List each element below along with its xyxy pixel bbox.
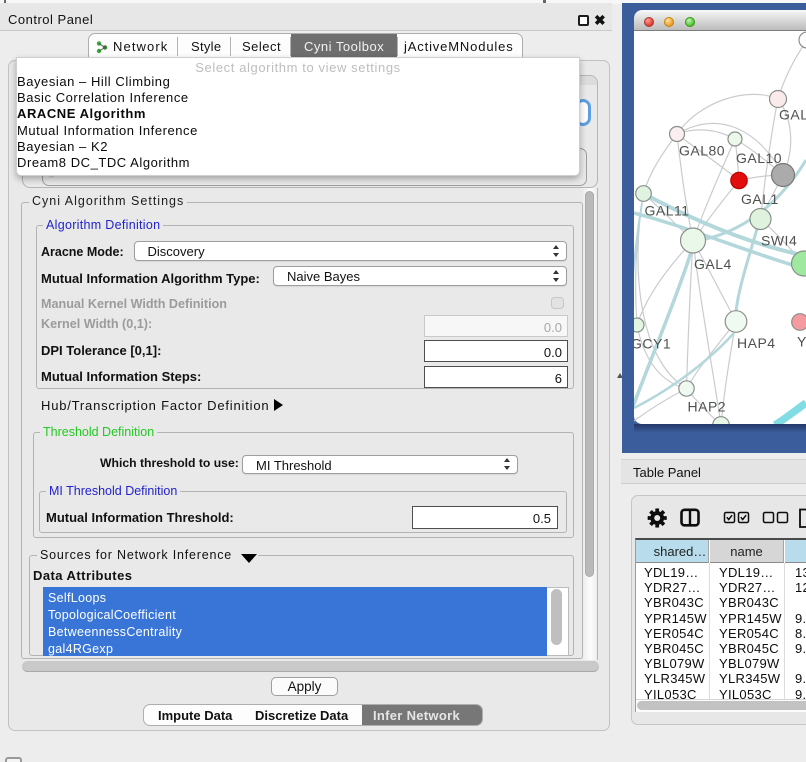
svg-text:GAL1: GAL1 [741, 191, 779, 207]
svg-text:HAP4: HAP4 [737, 335, 776, 351]
svg-text:HAP2: HAP2 [688, 399, 727, 415]
svg-text:SWI4: SWI4 [761, 233, 797, 249]
svg-text:GAL10: GAL10 [736, 150, 782, 166]
svg-text:GAL7: GAL7 [779, 107, 806, 123]
svg-text:GAL11: GAL11 [645, 203, 690, 219]
svg-text:Y: Y [797, 334, 806, 350]
svg-text:GAL4: GAL4 [694, 256, 732, 272]
svg-text:GCY1: GCY1 [634, 336, 671, 352]
svg-text:GAL80: GAL80 [679, 143, 725, 159]
